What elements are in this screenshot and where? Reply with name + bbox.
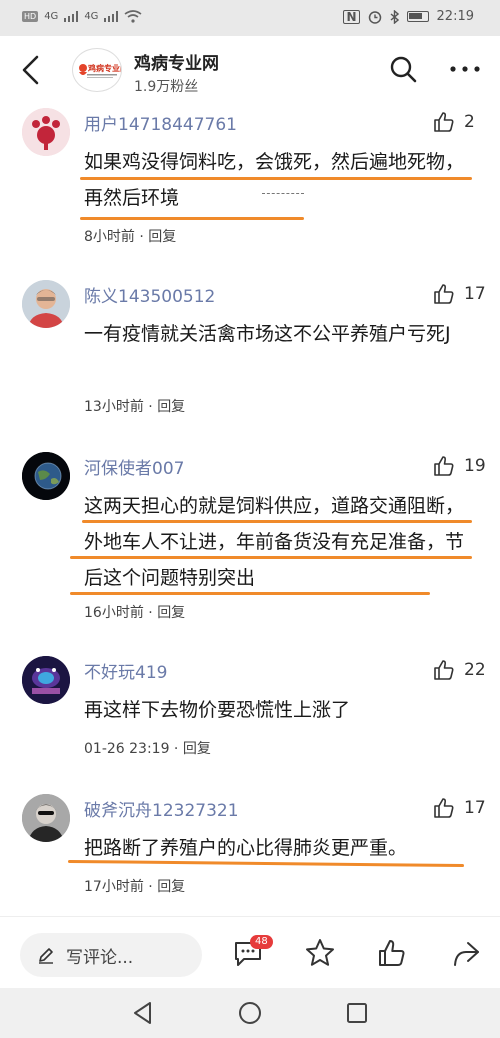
nfc-icon: N [343, 9, 360, 24]
avatar[interactable] [22, 656, 70, 704]
like-count: 17 [464, 284, 486, 304]
header: 鸡病专业网 鸡病专业网 1.9万粉丝 [0, 36, 500, 104]
comment-meta: 13小时前 · 回复 [84, 396, 185, 416]
battery-icon [406, 11, 429, 22]
meta-separator: · [143, 399, 158, 415]
reply-link[interactable]: 回复 [183, 741, 211, 757]
fans-count: 1.9万粉丝 [134, 79, 199, 95]
comment-text: 这两天担心的就是饲料供应，道路交通阻断，外地车人不让进，年前备货没有充足准备，节… [84, 495, 465, 589]
like-count: 22 [464, 660, 486, 680]
comment-username[interactable]: 不好玩419 [84, 658, 167, 683]
comment-time: 8小时前 [84, 229, 135, 245]
avatar[interactable] [22, 452, 70, 500]
like-button[interactable]: 22 [432, 658, 486, 682]
comment-meta: 17小时前 · 回复 [84, 876, 185, 896]
reply-link[interactable]: 回复 [157, 879, 185, 895]
thumbs-up-icon [434, 284, 454, 304]
bottom-toolbar: 写评论... 48 [0, 916, 500, 988]
reply-link[interactable]: 回复 [157, 399, 185, 415]
like-button[interactable]: 19 [432, 454, 486, 478]
status-bar: HD 4G 4G N 22:19 [0, 0, 500, 36]
meta-separator: · [143, 879, 158, 895]
avatar[interactable] [22, 794, 70, 842]
nav-recents-icon[interactable] [344, 1000, 370, 1026]
comment-time: 17小时前 [84, 879, 144, 895]
avatar[interactable] [22, 280, 70, 328]
logo-graphic: 鸡病专业网 [79, 63, 121, 78]
reply-link[interactable]: 回复 [157, 605, 185, 621]
comment-meta: 8小时前 · 回复 [84, 226, 176, 246]
meta-separator: · [143, 605, 158, 621]
more-icon[interactable] [448, 64, 482, 74]
avatar[interactable] [22, 108, 70, 156]
avatar-image [22, 794, 70, 842]
back-button[interactable] [18, 54, 44, 86]
thumbs-up-icon [434, 798, 454, 818]
comment-time: 01-26 23:19 [84, 741, 170, 757]
status-right: N 22:19 [343, 9, 474, 24]
like-button[interactable]: 17 [432, 796, 486, 820]
star-icon[interactable] [304, 937, 336, 969]
comment-meta: 01-26 23:19 · 回复 [84, 738, 211, 758]
thumbs-up-icon [434, 456, 454, 476]
comment-text: 如果鸡没得饲料吃，会饿死，然后遍地死物，再然后环境 [84, 151, 465, 209]
signal-label-1: 4G [44, 11, 59, 22]
like-count: 17 [464, 798, 486, 818]
like-button[interactable]: 17 [432, 282, 486, 306]
like-count: 2 [464, 112, 475, 132]
thumbs-up-icon [434, 112, 454, 132]
avatar-image [22, 452, 70, 500]
meta-separator: · [169, 741, 183, 757]
svg-text:鸡病专业网: 鸡病专业网 [87, 63, 121, 73]
pencil-icon [39, 948, 53, 964]
highlight-underline [82, 520, 472, 523]
signal-icon-2 [104, 11, 119, 22]
comment-time: 13小时前 [84, 399, 144, 415]
thumbs-up-icon [434, 660, 454, 680]
highlight-underline [80, 177, 472, 180]
comment-text: 一有疫情就关活禽市场这不公平养殖户亏死J [84, 323, 451, 345]
avatar-image [22, 656, 70, 704]
comment-time: 16小时前 [84, 605, 144, 621]
comment-meta: 16小时前 · 回复 [84, 602, 185, 622]
comment-username[interactable]: 河保使者007 [84, 454, 184, 479]
write-comment-placeholder: 写评论... [66, 947, 134, 968]
share-icon[interactable] [450, 937, 482, 969]
reply-link[interactable]: 回复 [148, 229, 176, 245]
hd-chip: HD [22, 11, 39, 22]
meta-separator: · [134, 229, 149, 245]
highlight-underline [70, 556, 472, 559]
avatar-image [22, 108, 70, 156]
signal-icon [64, 11, 79, 22]
comment-count-badge: 48 [250, 935, 273, 949]
alarm-icon [368, 10, 381, 24]
comment-text: 再这样下去物价要恐慌性上涨了 [84, 699, 351, 721]
highlight-underline [80, 217, 304, 220]
bluetooth-icon [390, 9, 399, 24]
account-logo[interactable]: 鸡病专业网 [72, 48, 122, 92]
thumbs-up-icon[interactable] [376, 937, 408, 969]
nav-back-icon[interactable] [130, 1000, 156, 1026]
clock: 22:19 [436, 9, 474, 24]
wifi-icon [124, 10, 142, 23]
like-count: 19 [464, 456, 486, 476]
write-comment-input[interactable]: 写评论... [20, 933, 202, 977]
signal-label-2: 4G [84, 11, 99, 22]
like-button[interactable]: 2 [432, 110, 475, 134]
search-icon[interactable] [388, 54, 418, 84]
avatar-image [22, 280, 70, 328]
account-name[interactable]: 鸡病专业网 [134, 49, 219, 74]
status-left: HD 4G 4G [22, 10, 142, 23]
comment-username[interactable]: 用户14718447761 [84, 110, 237, 135]
dashed-mark [262, 193, 304, 194]
system-nav-bar [0, 988, 500, 1038]
nav-home-icon[interactable] [237, 1000, 263, 1026]
highlight-underline [70, 592, 430, 595]
comment-username[interactable]: 陈义143500512 [84, 282, 215, 307]
comment-username[interactable]: 破斧沉舟12327321 [84, 796, 239, 821]
